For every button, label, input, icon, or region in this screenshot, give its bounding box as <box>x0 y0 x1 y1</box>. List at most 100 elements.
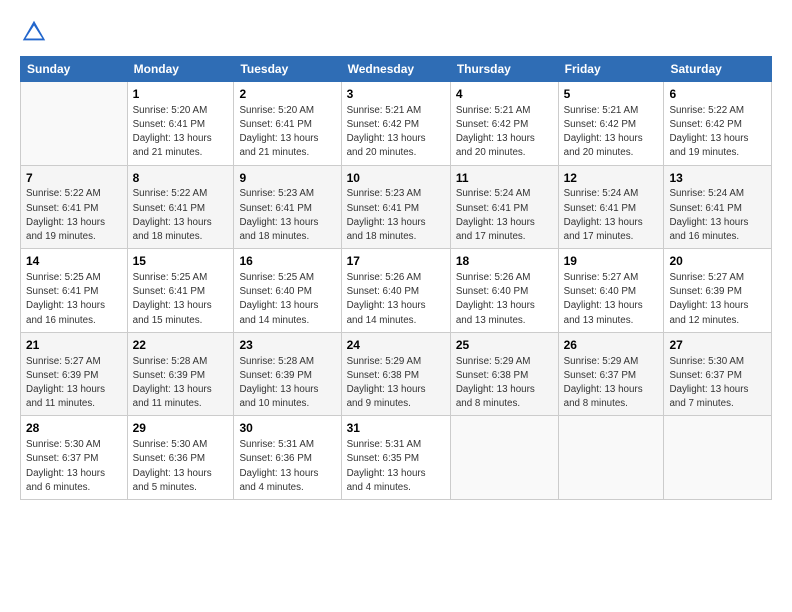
calendar-cell: 19Sunrise: 5:27 AM Sunset: 6:40 PM Dayli… <box>558 249 664 333</box>
col-header-wednesday: Wednesday <box>341 57 450 82</box>
calendar-cell: 31Sunrise: 5:31 AM Sunset: 6:35 PM Dayli… <box>341 416 450 500</box>
day-number: 23 <box>239 337 335 354</box>
day-info: Sunrise: 5:27 AM Sunset: 6:40 PM Dayligh… <box>564 271 659 328</box>
day-info: Sunrise: 5:29 AM Sunset: 6:37 PM Dayligh… <box>564 355 659 412</box>
day-number: 30 <box>239 420 335 437</box>
day-info: Sunrise: 5:31 AM Sunset: 6:35 PM Dayligh… <box>347 438 445 495</box>
day-number: 25 <box>456 337 553 354</box>
day-number: 3 <box>347 86 445 103</box>
day-info: Sunrise: 5:22 AM Sunset: 6:41 PM Dayligh… <box>133 187 229 244</box>
calendar-cell: 7Sunrise: 5:22 AM Sunset: 6:41 PM Daylig… <box>21 165 128 249</box>
day-info: Sunrise: 5:25 AM Sunset: 6:41 PM Dayligh… <box>26 271 122 328</box>
day-number: 28 <box>26 420 122 437</box>
day-number: 14 <box>26 253 122 270</box>
calendar-header-row: SundayMondayTuesdayWednesdayThursdayFrid… <box>21 57 772 82</box>
header <box>20 18 772 46</box>
day-info: Sunrise: 5:30 AM Sunset: 6:37 PM Dayligh… <box>669 355 766 412</box>
calendar-cell: 27Sunrise: 5:30 AM Sunset: 6:37 PM Dayli… <box>664 332 772 416</box>
day-info: Sunrise: 5:29 AM Sunset: 6:38 PM Dayligh… <box>456 355 553 412</box>
col-header-sunday: Sunday <box>21 57 128 82</box>
day-info: Sunrise: 5:29 AM Sunset: 6:38 PM Dayligh… <box>347 355 445 412</box>
day-info: Sunrise: 5:21 AM Sunset: 6:42 PM Dayligh… <box>456 104 553 161</box>
day-info: Sunrise: 5:20 AM Sunset: 6:41 PM Dayligh… <box>133 104 229 161</box>
calendar-cell: 20Sunrise: 5:27 AM Sunset: 6:39 PM Dayli… <box>664 249 772 333</box>
day-info: Sunrise: 5:23 AM Sunset: 6:41 PM Dayligh… <box>239 187 335 244</box>
calendar-cell: 9Sunrise: 5:23 AM Sunset: 6:41 PM Daylig… <box>234 165 341 249</box>
calendar-cell: 4Sunrise: 5:21 AM Sunset: 6:42 PM Daylig… <box>450 82 558 166</box>
day-info: Sunrise: 5:24 AM Sunset: 6:41 PM Dayligh… <box>669 187 766 244</box>
day-number: 11 <box>456 170 553 187</box>
calendar-cell: 12Sunrise: 5:24 AM Sunset: 6:41 PM Dayli… <box>558 165 664 249</box>
day-info: Sunrise: 5:30 AM Sunset: 6:36 PM Dayligh… <box>133 438 229 495</box>
day-info: Sunrise: 5:30 AM Sunset: 6:37 PM Dayligh… <box>26 438 122 495</box>
day-number: 21 <box>26 337 122 354</box>
day-info: Sunrise: 5:25 AM Sunset: 6:41 PM Dayligh… <box>133 271 229 328</box>
day-number: 31 <box>347 420 445 437</box>
day-info: Sunrise: 5:22 AM Sunset: 6:42 PM Dayligh… <box>669 104 766 161</box>
calendar-cell: 5Sunrise: 5:21 AM Sunset: 6:42 PM Daylig… <box>558 82 664 166</box>
calendar-cell: 26Sunrise: 5:29 AM Sunset: 6:37 PM Dayli… <box>558 332 664 416</box>
calendar-cell: 3Sunrise: 5:21 AM Sunset: 6:42 PM Daylig… <box>341 82 450 166</box>
day-info: Sunrise: 5:21 AM Sunset: 6:42 PM Dayligh… <box>347 104 445 161</box>
day-info: Sunrise: 5:26 AM Sunset: 6:40 PM Dayligh… <box>456 271 553 328</box>
day-number: 29 <box>133 420 229 437</box>
col-header-friday: Friday <box>558 57 664 82</box>
col-header-thursday: Thursday <box>450 57 558 82</box>
calendar-cell: 15Sunrise: 5:25 AM Sunset: 6:41 PM Dayli… <box>127 249 234 333</box>
col-header-saturday: Saturday <box>664 57 772 82</box>
day-number: 5 <box>564 86 659 103</box>
day-number: 27 <box>669 337 766 354</box>
day-number: 13 <box>669 170 766 187</box>
logo <box>20 18 52 46</box>
calendar-cell: 21Sunrise: 5:27 AM Sunset: 6:39 PM Dayli… <box>21 332 128 416</box>
day-info: Sunrise: 5:23 AM Sunset: 6:41 PM Dayligh… <box>347 187 445 244</box>
day-info: Sunrise: 5:25 AM Sunset: 6:40 PM Dayligh… <box>239 271 335 328</box>
day-info: Sunrise: 5:24 AM Sunset: 6:41 PM Dayligh… <box>456 187 553 244</box>
calendar-cell: 11Sunrise: 5:24 AM Sunset: 6:41 PM Dayli… <box>450 165 558 249</box>
calendar-cell: 8Sunrise: 5:22 AM Sunset: 6:41 PM Daylig… <box>127 165 234 249</box>
day-number: 18 <box>456 253 553 270</box>
col-header-tuesday: Tuesday <box>234 57 341 82</box>
page: SundayMondayTuesdayWednesdayThursdayFrid… <box>0 0 792 612</box>
logo-icon <box>20 18 48 46</box>
calendar-cell: 29Sunrise: 5:30 AM Sunset: 6:36 PM Dayli… <box>127 416 234 500</box>
day-number: 26 <box>564 337 659 354</box>
day-info: Sunrise: 5:26 AM Sunset: 6:40 PM Dayligh… <box>347 271 445 328</box>
day-info: Sunrise: 5:24 AM Sunset: 6:41 PM Dayligh… <box>564 187 659 244</box>
calendar-table: SundayMondayTuesdayWednesdayThursdayFrid… <box>20 56 772 500</box>
day-info: Sunrise: 5:27 AM Sunset: 6:39 PM Dayligh… <box>669 271 766 328</box>
day-number: 24 <box>347 337 445 354</box>
calendar-cell: 6Sunrise: 5:22 AM Sunset: 6:42 PM Daylig… <box>664 82 772 166</box>
day-info: Sunrise: 5:20 AM Sunset: 6:41 PM Dayligh… <box>239 104 335 161</box>
day-number: 2 <box>239 86 335 103</box>
calendar-cell: 30Sunrise: 5:31 AM Sunset: 6:36 PM Dayli… <box>234 416 341 500</box>
day-number: 7 <box>26 170 122 187</box>
calendar-cell <box>664 416 772 500</box>
calendar-cell: 16Sunrise: 5:25 AM Sunset: 6:40 PM Dayli… <box>234 249 341 333</box>
calendar-week-row: 1Sunrise: 5:20 AM Sunset: 6:41 PM Daylig… <box>21 82 772 166</box>
calendar-week-row: 7Sunrise: 5:22 AM Sunset: 6:41 PM Daylig… <box>21 165 772 249</box>
day-number: 20 <box>669 253 766 270</box>
day-info: Sunrise: 5:27 AM Sunset: 6:39 PM Dayligh… <box>26 355 122 412</box>
day-number: 17 <box>347 253 445 270</box>
day-info: Sunrise: 5:22 AM Sunset: 6:41 PM Dayligh… <box>26 187 122 244</box>
calendar-cell: 23Sunrise: 5:28 AM Sunset: 6:39 PM Dayli… <box>234 332 341 416</box>
day-info: Sunrise: 5:21 AM Sunset: 6:42 PM Dayligh… <box>564 104 659 161</box>
calendar-cell: 28Sunrise: 5:30 AM Sunset: 6:37 PM Dayli… <box>21 416 128 500</box>
day-number: 10 <box>347 170 445 187</box>
calendar-cell: 1Sunrise: 5:20 AM Sunset: 6:41 PM Daylig… <box>127 82 234 166</box>
day-number: 1 <box>133 86 229 103</box>
day-number: 16 <box>239 253 335 270</box>
calendar-cell: 17Sunrise: 5:26 AM Sunset: 6:40 PM Dayli… <box>341 249 450 333</box>
col-header-monday: Monday <box>127 57 234 82</box>
day-number: 19 <box>564 253 659 270</box>
calendar-cell: 10Sunrise: 5:23 AM Sunset: 6:41 PM Dayli… <box>341 165 450 249</box>
calendar-cell: 14Sunrise: 5:25 AM Sunset: 6:41 PM Dayli… <box>21 249 128 333</box>
day-number: 8 <box>133 170 229 187</box>
day-number: 4 <box>456 86 553 103</box>
day-info: Sunrise: 5:31 AM Sunset: 6:36 PM Dayligh… <box>239 438 335 495</box>
day-number: 22 <box>133 337 229 354</box>
day-number: 15 <box>133 253 229 270</box>
calendar-cell: 22Sunrise: 5:28 AM Sunset: 6:39 PM Dayli… <box>127 332 234 416</box>
calendar-week-row: 21Sunrise: 5:27 AM Sunset: 6:39 PM Dayli… <box>21 332 772 416</box>
